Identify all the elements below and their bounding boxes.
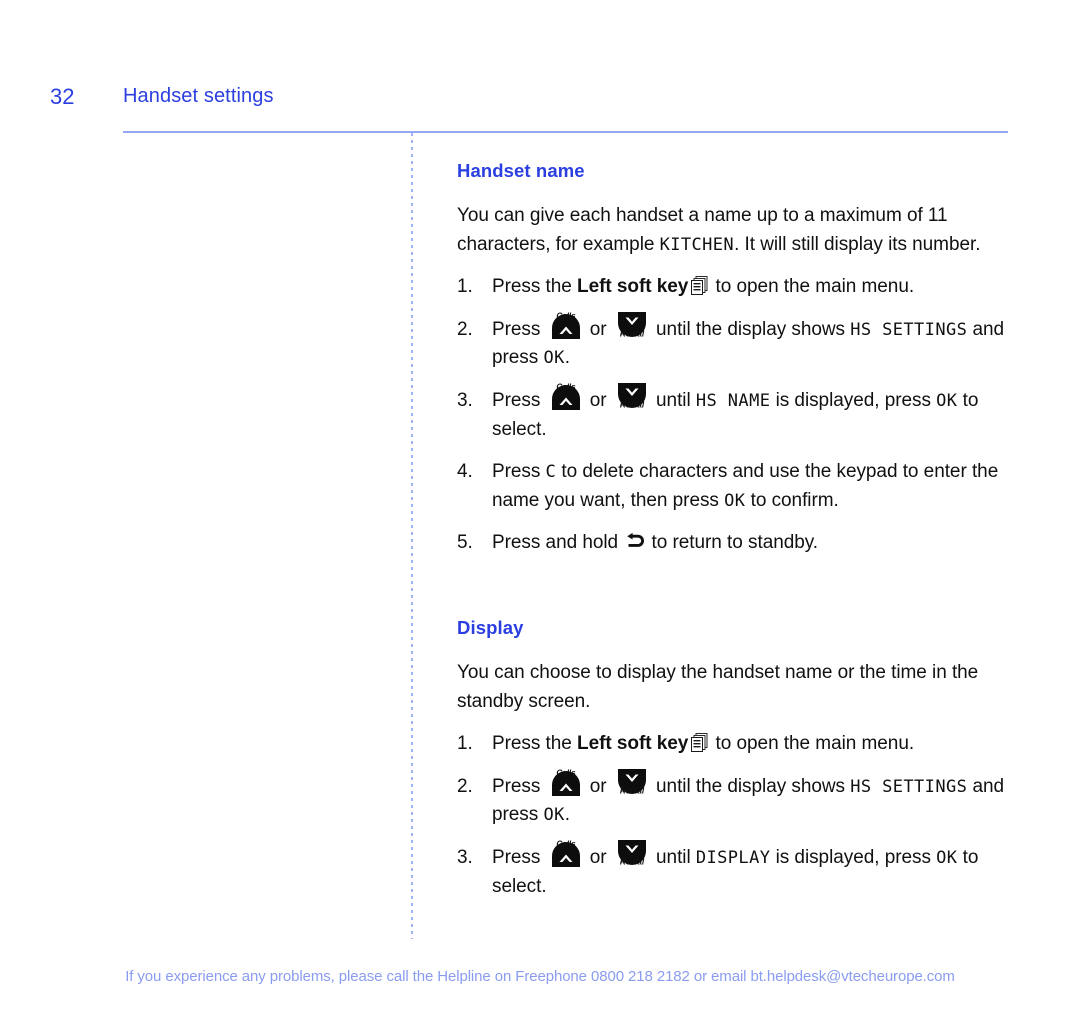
instruction-step-list: 1. Press the Left soft key to open the ma… bbox=[457, 273, 1017, 558]
step-number: 2. bbox=[457, 775, 473, 797]
body-text: Press bbox=[492, 846, 546, 868]
section-heading: Display bbox=[457, 616, 524, 638]
instruction-step: 4. Press C to delete characters and use t… bbox=[457, 458, 1017, 515]
svg-text:Redial: Redial bbox=[620, 329, 645, 338]
down-redial-key-icon: Redial bbox=[615, 382, 649, 412]
svg-text:Calls: Calls bbox=[556, 312, 576, 321]
body-text: until the display shows bbox=[650, 775, 851, 797]
step-body: Press Calls or Redial until the display … bbox=[492, 768, 1004, 826]
body-text: is displayed, press bbox=[770, 389, 937, 411]
body-text: Press bbox=[492, 318, 546, 340]
body-text: Press bbox=[492, 389, 546, 411]
down-redial-key-icon: Redial bbox=[615, 311, 649, 341]
body-text: until bbox=[650, 846, 696, 868]
body-text: to open the main menu. bbox=[710, 733, 915, 755]
page-number: 32 bbox=[50, 84, 75, 109]
body-text: until the display shows bbox=[650, 318, 851, 340]
body-text: Press bbox=[492, 461, 546, 483]
body-text: . It will still display its number. bbox=[734, 233, 981, 255]
up-calls-key-icon: Calls bbox=[549, 381, 583, 411]
page-title: Handset settings bbox=[123, 85, 274, 107]
body-text: to open the main menu. bbox=[710, 276, 915, 298]
body-text: Press and hold bbox=[492, 532, 624, 554]
svg-text:Calls: Calls bbox=[556, 769, 576, 778]
step-body: Press the Left soft key to open the main… bbox=[492, 275, 915, 298]
body-text: is displayed, press bbox=[770, 846, 937, 868]
instruction-step: 5. Press and hold to return to standby. bbox=[457, 529, 1017, 558]
lcd-display-text: OK bbox=[724, 490, 746, 511]
up-calls-key-icon: Calls bbox=[549, 767, 583, 797]
body-text: or bbox=[584, 775, 612, 797]
body-text: or bbox=[584, 389, 612, 411]
instruction-step: 3. Press Calls or Redial until DISPLAY is… bbox=[457, 839, 1017, 901]
body-text: Press the bbox=[492, 733, 578, 755]
body-text: . bbox=[564, 804, 570, 826]
emphasis-text: Left soft key bbox=[577, 276, 689, 298]
step-number: 1. bbox=[457, 276, 473, 298]
body-text: to return to standby. bbox=[646, 532, 819, 554]
body-text: until bbox=[650, 389, 696, 411]
lcd-display-text: OK bbox=[543, 348, 565, 369]
body-text: . bbox=[564, 347, 570, 369]
instruction-step: 1. Press the Left soft key to open the ma… bbox=[457, 273, 1017, 302]
section-heading: Handset name bbox=[457, 160, 585, 181]
lcd-display-text: DISPLAY bbox=[695, 847, 771, 868]
soft-key-icon bbox=[691, 275, 708, 295]
instruction-step: 2. Press Calls or Redial until the displa… bbox=[457, 311, 1017, 373]
header-divider-rule bbox=[123, 131, 1008, 133]
content-column: Handset name You can give each handset a … bbox=[457, 160, 1017, 901]
page-footer: If you experience any problems, please c… bbox=[125, 968, 955, 985]
svg-text:Redial: Redial bbox=[620, 857, 645, 866]
down-redial-key-icon: Redial bbox=[615, 768, 649, 798]
lcd-display-text: HS SETTINGS bbox=[850, 319, 968, 340]
up-calls-key-icon: Calls bbox=[549, 838, 583, 868]
lcd-display-text: HS NAME bbox=[695, 390, 771, 411]
return-arrow-icon bbox=[625, 532, 645, 551]
step-number: 3. bbox=[457, 389, 473, 411]
lcd-display-text: OK bbox=[936, 390, 958, 411]
lcd-display-text: KITCHEN bbox=[659, 234, 735, 255]
lcd-display-text: C bbox=[545, 462, 557, 483]
svg-text:Redial: Redial bbox=[620, 786, 645, 795]
step-number: 2. bbox=[457, 318, 473, 340]
step-body: Press Calls or Redial until DISPLAY is d… bbox=[492, 839, 978, 897]
step-body: Press Calls or Redial until the display … bbox=[492, 311, 1004, 369]
lcd-display-text: OK bbox=[543, 805, 565, 826]
body-text: or bbox=[584, 846, 612, 868]
manual-page: 32 Handset settings Handset name You can … bbox=[0, 0, 1080, 1021]
step-body: Press Calls or Redial until HS NAME is d… bbox=[492, 382, 978, 440]
body-text: Press the bbox=[492, 276, 578, 298]
step-number: 5. bbox=[457, 532, 473, 554]
body-text: Press bbox=[492, 775, 546, 797]
step-body: Press and hold to return to standby. bbox=[492, 532, 818, 553]
instruction-step: 3. Press Calls or Redial until HS NAME is… bbox=[457, 382, 1017, 444]
up-calls-key-icon: Calls bbox=[549, 310, 583, 340]
svg-text:Calls: Calls bbox=[556, 840, 576, 849]
instruction-step: 2. Press Calls or Redial until the displa… bbox=[457, 768, 1017, 830]
step-number: 1. bbox=[457, 733, 473, 755]
body-text: to confirm. bbox=[745, 489, 839, 511]
instruction-step: 1. Press the Left soft key to open the ma… bbox=[457, 730, 1017, 759]
lcd-display-text: OK bbox=[936, 847, 958, 868]
page-header: 32 Handset settings bbox=[0, 84, 1080, 118]
vertical-dotted-divider bbox=[411, 133, 413, 939]
step-body: Press C to delete characters and use the… bbox=[492, 461, 998, 511]
section-intro-paragraph: You can choose to display the handset na… bbox=[457, 659, 1017, 716]
step-number: 4. bbox=[457, 461, 473, 483]
down-redial-key-icon: Redial bbox=[615, 839, 649, 869]
svg-text:Redial: Redial bbox=[620, 400, 645, 409]
step-number: 3. bbox=[457, 846, 473, 868]
body-text: or bbox=[584, 318, 612, 340]
step-body: Press the Left soft key to open the main… bbox=[492, 732, 915, 755]
lcd-display-text: HS SETTINGS bbox=[850, 776, 968, 797]
emphasis-text: Left soft key bbox=[577, 733, 689, 755]
body-text: You can choose to display the handset na… bbox=[457, 661, 979, 712]
section-intro-paragraph: You can give each handset a name up to a… bbox=[457, 202, 1017, 259]
instruction-step-list: 1. Press the Left soft key to open the ma… bbox=[457, 730, 1017, 901]
svg-text:Calls: Calls bbox=[556, 383, 576, 392]
soft-key-icon bbox=[691, 732, 708, 752]
